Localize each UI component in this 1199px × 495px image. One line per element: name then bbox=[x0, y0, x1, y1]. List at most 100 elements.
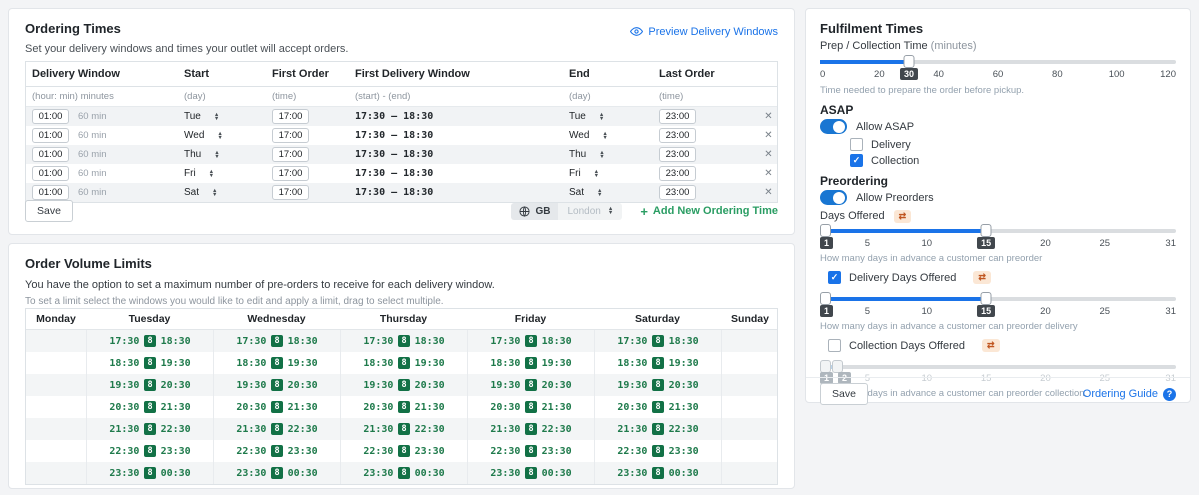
window-cell[interactable]: 17:30818:30 bbox=[467, 330, 594, 352]
slider-handle-low[interactable] bbox=[820, 224, 831, 237]
delivery-days-ticks: 1 5 10 15 20 25 31 bbox=[820, 306, 1176, 319]
duration-input[interactable] bbox=[32, 128, 69, 143]
start-day-select[interactable]: Tue▲▼ bbox=[184, 111, 219, 122]
window-cell[interactable]: 20:30821:30 bbox=[467, 396, 594, 418]
duration-input[interactable] bbox=[32, 185, 69, 200]
window-cell[interactable]: 23:30800:30 bbox=[213, 462, 340, 484]
window-cell[interactable]: 22:30823:30 bbox=[340, 440, 467, 462]
window-cell[interactable]: 19:30820:30 bbox=[467, 374, 594, 396]
timezone-select[interactable]: London ▲▼ bbox=[558, 203, 622, 220]
window-cell[interactable]: 19:30820:30 bbox=[594, 374, 721, 396]
window-cell[interactable]: 17:30818:30 bbox=[340, 330, 467, 352]
slider-handle[interactable] bbox=[904, 55, 915, 68]
end-day-select[interactable]: Thu▲▼ bbox=[569, 149, 605, 160]
first-order-input[interactable] bbox=[272, 109, 309, 124]
window-cell[interactable]: 20:30821:30 bbox=[86, 396, 213, 418]
prep-time-slider[interactable] bbox=[820, 55, 1176, 68]
end-day-select[interactable]: Tue▲▼ bbox=[569, 111, 604, 122]
last-order-input[interactable] bbox=[659, 109, 696, 124]
allow-preorders-toggle[interactable] bbox=[820, 190, 847, 205]
window-cell[interactable]: 18:30819:30 bbox=[467, 352, 594, 374]
end-day-select[interactable]: Sat▲▼ bbox=[569, 187, 602, 198]
window-cell[interactable]: 22:30823:30 bbox=[213, 440, 340, 462]
fulfilment-title: Fulfilment Times bbox=[820, 21, 1176, 36]
days-offered-slider[interactable] bbox=[820, 224, 1176, 237]
first-order-input[interactable] bbox=[272, 128, 309, 143]
end-day-select[interactable]: Fri▲▼ bbox=[569, 168, 599, 179]
delivery-days-checkbox[interactable]: ✓ bbox=[828, 271, 841, 284]
start-day-select[interactable]: Sat▲▼ bbox=[184, 187, 217, 198]
last-order-input[interactable] bbox=[659, 147, 696, 162]
days-offered-hint: How many days in advance a customer can … bbox=[820, 253, 1176, 264]
delete-row-icon[interactable]: ✕ bbox=[758, 187, 779, 198]
window-cell[interactable]: 23:30800:30 bbox=[340, 462, 467, 484]
window-cell[interactable]: 17:30818:30 bbox=[594, 330, 721, 352]
window-cell[interactable]: 19:30820:30 bbox=[213, 374, 340, 396]
window-cell[interactable]: 21:30822:30 bbox=[340, 418, 467, 440]
slider-handle-high[interactable] bbox=[981, 292, 992, 305]
window-cell[interactable]: 21:30822:30 bbox=[213, 418, 340, 440]
empty-cell bbox=[26, 440, 86, 462]
window-cell[interactable]: 17:30818:30 bbox=[86, 330, 213, 352]
delete-row-icon[interactable]: ✕ bbox=[758, 149, 779, 160]
window-cell[interactable]: 17:30818:30 bbox=[213, 330, 340, 352]
duration-input[interactable] bbox=[32, 109, 69, 124]
window-cell[interactable]: 19:30820:30 bbox=[340, 374, 467, 396]
collection-days-slider[interactable] bbox=[820, 360, 1176, 373]
asap-collection-label: Collection bbox=[871, 155, 919, 167]
delete-row-icon[interactable]: ✕ bbox=[758, 130, 779, 141]
window-cell[interactable]: 18:30819:30 bbox=[86, 352, 213, 374]
window-cell[interactable]: 22:30823:30 bbox=[86, 440, 213, 462]
add-new-ordering-time-link[interactable]: + Add New Ordering Time bbox=[640, 205, 778, 217]
window-cell[interactable]: 22:30823:30 bbox=[467, 440, 594, 462]
window-cell[interactable]: 20:30821:30 bbox=[594, 396, 721, 418]
slider-handle-high[interactable] bbox=[981, 224, 992, 237]
window-cell[interactable]: 23:30800:30 bbox=[86, 462, 213, 484]
window-cell[interactable]: 20:30821:30 bbox=[213, 396, 340, 418]
col-first-order: First Order bbox=[272, 68, 355, 80]
window-cell[interactable]: 21:30822:30 bbox=[86, 418, 213, 440]
window-cell[interactable]: 22:30823:30 bbox=[594, 440, 721, 462]
delivery-days-slider[interactable] bbox=[820, 292, 1176, 305]
first-order-input[interactable] bbox=[272, 147, 309, 162]
first-order-input[interactable] bbox=[272, 185, 309, 200]
asap-collection-checkbox[interactable]: ✓ bbox=[850, 154, 863, 167]
window-cell[interactable]: 23:30800:30 bbox=[594, 462, 721, 484]
end-day-select[interactable]: Wed▲▼ bbox=[569, 130, 608, 141]
window-cell[interactable]: 18:30819:30 bbox=[594, 352, 721, 374]
first-order-input[interactable] bbox=[272, 166, 309, 181]
asap-delivery-checkbox[interactable] bbox=[850, 138, 863, 151]
ordering-table-subheader: (hour: min) minutes (day) (time) (start)… bbox=[26, 87, 777, 107]
window-cell[interactable]: 19:30820:30 bbox=[86, 374, 213, 396]
start-day-select[interactable]: Wed▲▼ bbox=[184, 130, 223, 141]
volume-row: 21:30822:30 21:30822:30 21:30822:30 21:3… bbox=[26, 418, 777, 440]
delete-row-icon[interactable]: ✕ bbox=[758, 168, 779, 179]
volume-row: 18:30819:30 18:30819:30 18:30819:30 18:3… bbox=[26, 352, 777, 374]
prep-value-badge: 30 bbox=[900, 68, 918, 80]
fulfilment-save-button[interactable]: Save bbox=[820, 383, 868, 405]
collection-days-row: Collection Days Offered ⇄ bbox=[828, 339, 1176, 352]
preview-delivery-windows-link[interactable]: Preview Delivery Windows bbox=[630, 25, 778, 38]
window-cell[interactable]: 20:30821:30 bbox=[340, 396, 467, 418]
allow-asap-toggle[interactable] bbox=[820, 119, 847, 134]
window-cell[interactable]: 23:30800:30 bbox=[467, 462, 594, 484]
window-cell[interactable]: 21:30822:30 bbox=[594, 418, 721, 440]
last-order-input[interactable] bbox=[659, 166, 696, 181]
col-delivery-window: Delivery Window bbox=[26, 68, 184, 80]
ordering-save-button[interactable]: Save bbox=[25, 200, 73, 222]
last-order-input[interactable] bbox=[659, 128, 696, 143]
duration-input[interactable] bbox=[32, 166, 69, 181]
duration-input[interactable] bbox=[32, 147, 69, 162]
last-order-input[interactable] bbox=[659, 185, 696, 200]
window-cell[interactable]: 21:30822:30 bbox=[467, 418, 594, 440]
window-cell[interactable]: 18:30819:30 bbox=[213, 352, 340, 374]
window-cell[interactable]: 18:30819:30 bbox=[340, 352, 467, 374]
ordering-row: 60 min Wed▲▼ 17:30 – 18:30 Wed▲▼ ✕ bbox=[26, 126, 777, 145]
delete-row-icon[interactable]: ✕ bbox=[758, 111, 779, 122]
start-day-select[interactable]: Fri▲▼ bbox=[184, 168, 214, 179]
start-day-select[interactable]: Thu▲▼ bbox=[184, 149, 220, 160]
slider-handle-low[interactable] bbox=[820, 292, 831, 305]
collection-days-checkbox[interactable] bbox=[828, 339, 841, 352]
ordering-guide-link[interactable]: Ordering Guide? bbox=[1083, 388, 1176, 401]
first-window-value: 17:30 – 18:30 bbox=[355, 187, 433, 198]
